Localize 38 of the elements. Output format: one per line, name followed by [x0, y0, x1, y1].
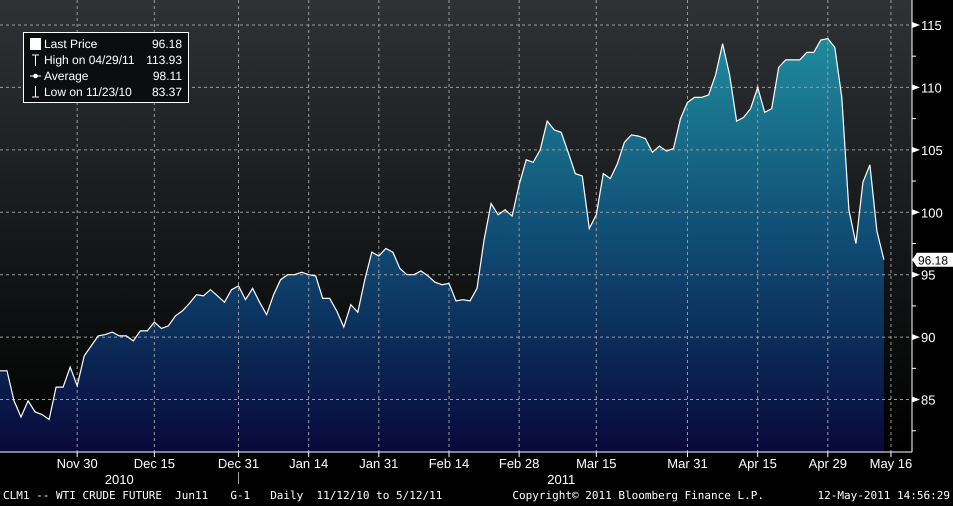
x-tick-label: Feb 28: [498, 456, 540, 471]
x-tick-label: Apr 15: [738, 456, 777, 471]
legend-value: 98.11: [152, 69, 182, 83]
x-tick-label: Feb 14: [428, 456, 470, 471]
x-tick-label: Jan 14: [289, 456, 328, 471]
legend-value: 96.18: [152, 37, 182, 51]
copyright-text: Copyright© 2011 Bloomberg Finance L.P.: [512, 488, 764, 502]
legend-value: 113.93: [146, 53, 182, 67]
x-tick-label: Nov 30: [56, 456, 98, 471]
legend-label: Average: [44, 69, 88, 83]
x-tick-label: Dec 31: [218, 456, 260, 471]
x-tick-label: Apr 29: [808, 456, 847, 471]
y-tick-label: 105: [921, 142, 943, 158]
y-tick-label: 110: [921, 80, 942, 96]
legend-value: 83.37: [152, 85, 182, 99]
last-price-tag: 96.18: [912, 252, 953, 268]
graph-id: G-1: [230, 488, 250, 502]
ticker-text: CLM1 -- WTI CRUDE FUTURE Jun11: [3, 488, 208, 502]
y-tick-label: 95: [921, 268, 936, 283]
x-tick-label: Mar 31: [667, 456, 708, 471]
timestamp: 12-May-2011 14:56:29: [818, 488, 950, 502]
x-tick-label: Dec 15: [134, 456, 175, 471]
date-range: Daily 11/12/10 to 5/12/11: [270, 488, 442, 502]
y-tick-label: 115: [921, 18, 942, 33]
legend-label: Last Price: [44, 37, 98, 51]
legend-label: High on 04/29/11: [44, 53, 135, 67]
y-tick-label: 100: [921, 205, 943, 220]
legend-label: Low on 11/23/10: [44, 85, 132, 99]
y-tick-label: 90: [921, 330, 936, 346]
bar-tick-icon: [30, 54, 41, 66]
x-tick-label: Jan 31: [359, 456, 398, 471]
bar-tick-icon: [30, 86, 41, 98]
y-tick-label: 85: [921, 392, 936, 408]
square-icon: [30, 38, 41, 50]
x-tick-label: May 16: [870, 456, 912, 471]
year-label: 2011: [547, 472, 576, 484]
x-tick-label: Mar 15: [576, 456, 617, 471]
year-label: 2010: [104, 472, 134, 484]
